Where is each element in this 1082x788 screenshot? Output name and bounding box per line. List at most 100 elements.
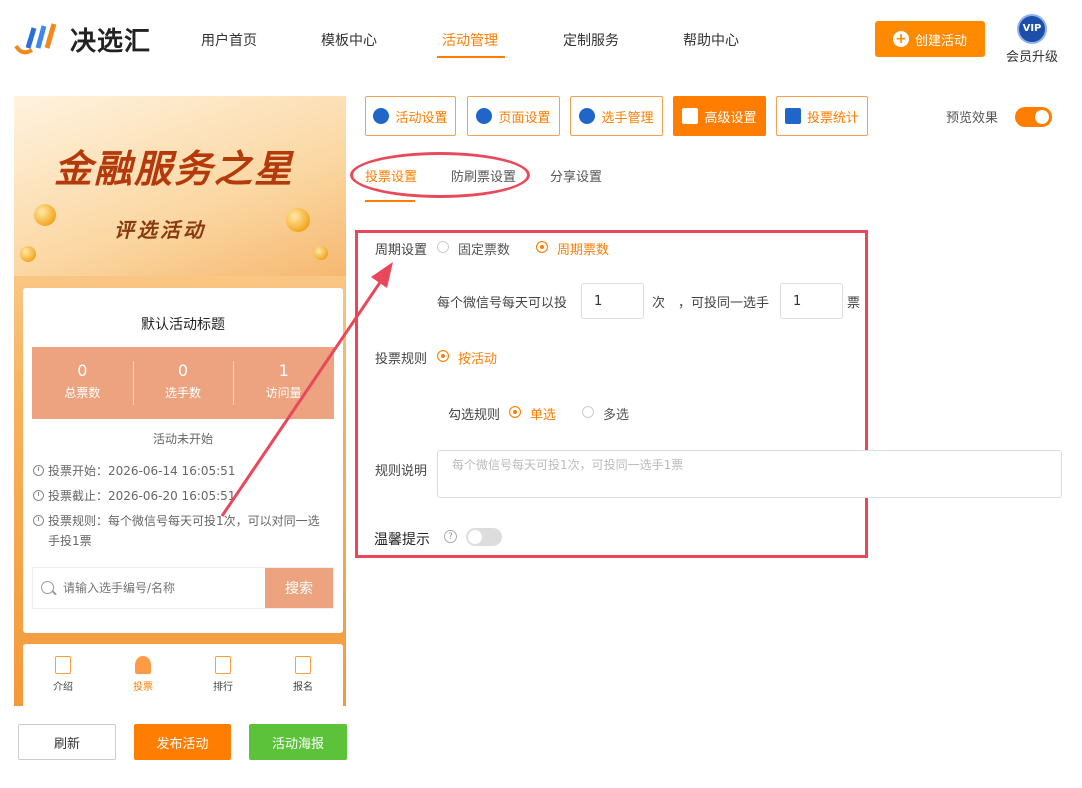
preview-tab-intro[interactable]: 介绍: [23, 644, 103, 706]
create-activity-button[interactable]: + 创建活动: [875, 21, 985, 57]
vip-upgrade[interactable]: VIP 会员升级: [1003, 14, 1061, 65]
refresh-button[interactable]: 刷新: [18, 724, 116, 760]
radio-single-select-label[interactable]: 单选: [530, 404, 556, 423]
publish-button[interactable]: 发布活动: [134, 724, 231, 760]
radio-by-activity-label[interactable]: 按活动: [458, 348, 497, 367]
preview-tab-label: 报名: [293, 682, 313, 693]
tab-label: 选手管理: [601, 110, 654, 126]
clock-icon: [33, 490, 44, 501]
banner-title: 金融服务之星: [54, 146, 295, 191]
intro-icon: [55, 656, 71, 674]
preview-bottom-tabs: 介绍 投票 排行 报名: [23, 644, 343, 706]
coin-decoration: [286, 208, 310, 232]
times-per-day-input[interactable]: [581, 283, 644, 319]
tab-activity-settings[interactable]: 活动设置: [365, 96, 456, 136]
brand-name: 决选汇: [70, 26, 152, 57]
stat-value: 0: [177, 361, 189, 380]
stat-value: 1: [278, 361, 289, 380]
users-icon: [579, 108, 596, 124]
vote-rule-text: 投票规则：每个微信号每天可投1次，可以对同一选手投1票: [48, 514, 320, 548]
coin-decoration: [34, 204, 56, 226]
radio-multi-select[interactable]: [582, 406, 594, 418]
tab-label: 活动设置: [395, 110, 448, 126]
tab-page-settings[interactable]: 页面设置: [467, 96, 560, 136]
logo-mark-icon: [14, 23, 57, 55]
vip-icon: VIP: [1017, 14, 1047, 44]
nav-item-help[interactable]: 帮助中心: [683, 30, 739, 50]
brand-logo[interactable]: 决选汇: [14, 20, 151, 58]
stat-label: 总票数: [64, 386, 101, 400]
times-unit: 次: [652, 296, 666, 311]
activity-card: 默认活动标题 0 总票数 0 选手数 1 访问量 活动未开始 投票开始：2026…: [23, 288, 343, 633]
radio-period-votes-label[interactable]: 周期票数: [557, 239, 609, 258]
radio-fixed-votes-label[interactable]: 固定票数: [458, 239, 510, 258]
radio-single-select[interactable]: [509, 406, 521, 418]
star-icon: [373, 108, 390, 124]
preview-tab-vote[interactable]: 投票: [103, 644, 183, 706]
gear-icon: [476, 108, 493, 124]
tab-label: 投票统计: [806, 110, 859, 126]
preview-tab-signup[interactable]: 报名: [263, 644, 343, 706]
coin-decoration: [20, 246, 36, 262]
subtab-share-settings[interactable]: 分享设置: [550, 166, 602, 185]
nav-item-activity[interactable]: 活动管理: [442, 30, 498, 50]
rule-label: 投票规则: [375, 352, 428, 367]
vote-start-text: 投票开始：2026-06-14 16:05:51: [48, 464, 236, 478]
vote-start-line: 投票开始：2026-06-14 16:05:51: [33, 461, 329, 481]
stat-label: 访问量: [265, 386, 302, 400]
preview-effect-toggle[interactable]: [1015, 107, 1052, 127]
stats-panel: 0 总票数 0 选手数 1 访问量: [32, 347, 334, 419]
mobile-preview: 金融服务之星 评选活动 默认活动标题 0 总票数 0 选手数 1 访问量 活动未…: [14, 96, 346, 706]
info-icon: [33, 515, 44, 526]
poster-button[interactable]: 活动海报: [249, 724, 347, 760]
stat-label: 选手数: [165, 386, 202, 400]
per-day-label: 每个微信号每天可以投: [437, 296, 568, 311]
preview-tab-label: 投票: [133, 682, 153, 693]
tab-advanced-settings[interactable]: 高级设置: [673, 96, 766, 136]
radio-by-activity[interactable]: [437, 350, 449, 362]
rank-icon: [215, 656, 231, 674]
nav-active-underline: [437, 56, 505, 58]
nav-item-templates[interactable]: 模板中心: [321, 30, 377, 50]
vote-rule-line: 投票规则：每个微信号每天可投1次，可以对同一选手投1票: [33, 511, 329, 551]
vip-label: 会员升级: [1005, 50, 1058, 65]
help-icon[interactable]: ?: [444, 530, 457, 543]
stat-players: 0 选手数: [132, 347, 234, 419]
desc-label: 规则说明: [375, 464, 428, 479]
clock-icon: [33, 465, 44, 476]
stat-total-votes: 0 总票数: [32, 347, 133, 419]
tab-vote-statistics[interactable]: 投票统计: [776, 96, 868, 136]
vote-end-line: 投票截止：2026-06-20 16:05:51: [33, 486, 329, 506]
votes-unit: 票: [847, 296, 861, 311]
nav-item-home[interactable]: 用户首页: [201, 30, 257, 50]
radio-period-votes[interactable]: [536, 241, 548, 253]
plus-icon: +: [892, 31, 909, 47]
radio-fixed-votes[interactable]: [437, 241, 449, 253]
nav-item-custom[interactable]: 定制服务: [563, 30, 619, 50]
radio-multi-select-label[interactable]: 多选: [603, 404, 629, 423]
search-button[interactable]: 搜索: [265, 568, 333, 608]
preview-banner: 金融服务之星 评选活动: [14, 96, 346, 276]
tip-label: 温馨提示: [374, 532, 430, 548]
stat-visits: 1 访问量: [233, 347, 334, 419]
tab-player-management[interactable]: 选手管理: [570, 96, 663, 136]
rule-description-textarea[interactable]: [437, 450, 1062, 498]
check-rule-label: 勾选规则: [448, 408, 501, 423]
tab-label: 高级设置: [704, 110, 757, 126]
top-navbar: 决选汇 用户首页 模板中心 活动管理 定制服务 帮助中心 + 创建活动 VIP …: [0, 0, 1082, 80]
create-activity-label: 创建活动: [914, 33, 967, 49]
player-search-input[interactable]: [33, 568, 265, 608]
same-player-text: ，可投同一选手: [678, 296, 770, 311]
activity-title: 默认活动标题: [141, 317, 225, 333]
search-icon: [41, 581, 54, 594]
stat-value: 0: [77, 361, 88, 380]
bar-chart-icon: [784, 108, 801, 124]
coin-decoration: [314, 246, 328, 260]
preview-tab-rank[interactable]: 排行: [183, 644, 263, 706]
preview-effect-label: 预览效果: [946, 111, 999, 126]
player-search: 搜索: [32, 567, 334, 609]
tab-label: 页面设置: [498, 110, 551, 126]
tip-toggle[interactable]: [466, 528, 502, 546]
votes-per-player-input[interactable]: [780, 283, 843, 319]
vote-end-text: 投票截止：2026-06-20 16:05:51: [48, 489, 236, 503]
